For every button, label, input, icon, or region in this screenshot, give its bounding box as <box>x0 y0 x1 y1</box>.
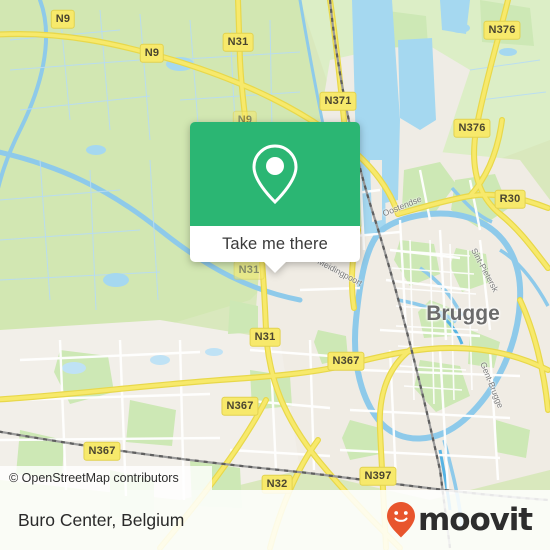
place-name-label: Buro Center, Belgium <box>18 509 185 530</box>
road-shield: R30 <box>494 189 526 209</box>
popup-pointer-tail <box>264 262 286 273</box>
popup-card-header <box>190 122 360 226</box>
road-shield: N376 <box>483 20 521 40</box>
attribution-text: © OpenStreetMap contributors <box>9 471 179 485</box>
place-label: Brugge <box>426 302 500 325</box>
map-pin-icon <box>252 144 298 205</box>
road-shield: N9 <box>139 43 165 63</box>
moovit-map-screenshot: N9 N31 N9 N376 N371 N9 N376 R30 N31 N31 N367 N367 N3… <box>0 0 550 550</box>
take-me-there-button[interactable]: Take me there <box>190 226 360 273</box>
road-shield: N367 <box>221 396 259 416</box>
road-shield: N31 <box>233 260 265 280</box>
moovit-logo[interactable]: moovit <box>386 501 533 539</box>
road-shield: N31 <box>222 32 254 52</box>
road-shield: N367 <box>327 351 365 371</box>
road-shield: N371 <box>319 91 357 111</box>
map-attribution[interactable]: © OpenStreetMap contributors <box>0 466 212 490</box>
location-popup-card[interactable]: Take me there <box>190 122 360 273</box>
road-shield: N397 <box>359 466 397 486</box>
moovit-wordmark: moovit <box>418 501 533 538</box>
bottom-info-bar: Buro Center, Belgium moovit <box>0 490 550 550</box>
take-me-there-label: Take me there <box>222 234 328 253</box>
moovit-pin-smile-icon <box>387 502 416 538</box>
road-shield: N9 <box>50 9 76 29</box>
road-shield: N31 <box>249 327 281 347</box>
road-shield: N367 <box>83 441 121 461</box>
road-shield: N376 <box>453 118 491 138</box>
